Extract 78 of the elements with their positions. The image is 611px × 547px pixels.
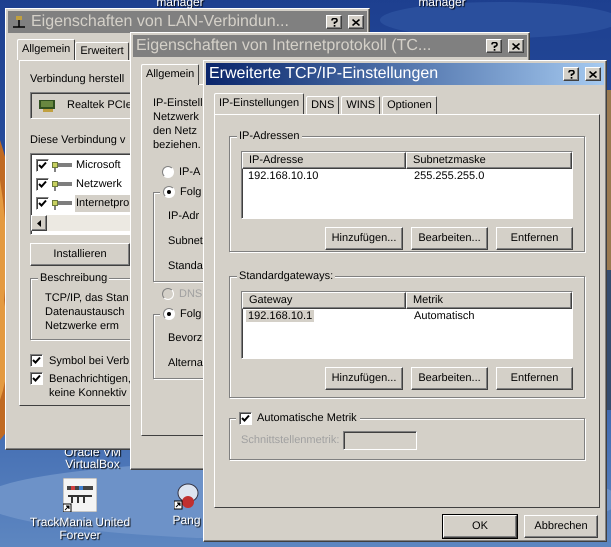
tab[interactable]: Allgemein [17,39,76,60]
window-title: Eigenschaften von LAN-Verbindun... [31,12,290,32]
label: Verbindung herstell [30,72,124,86]
radio-button[interactable] [162,166,174,178]
list-view[interactable]: Gateway Metrik 192.168.10.1 Automatisch [241,291,573,359]
network-icon [52,198,72,210]
dialog-button[interactable]: OK [443,515,517,538]
field-label: Bevorz [168,331,202,345]
radio-label: IP-A [179,164,200,180]
tab[interactable]: IP-Einstellungen [214,93,304,114]
dialog-button[interactable]: Entfernen [496,367,573,390]
dialog-button[interactable]: Abbrechen [524,515,598,538]
close-button[interactable] [508,39,524,53]
checkbox[interactable] [30,354,43,367]
checkbox[interactable] [239,412,252,424]
field-label: Alterna [168,356,203,370]
help-button[interactable] [326,15,342,29]
checkbox-label: Automatische Metrik [257,411,357,425]
group-label: Standardgateways: [237,269,336,283]
tab[interactable]: WINS [341,96,380,114]
radio-button[interactable] [163,308,175,320]
checkbox[interactable] [30,372,43,385]
help-icon [490,42,498,50]
list-item[interactable]: Netzwerk [75,176,123,193]
close-icon [512,42,520,50]
help-button[interactable] [563,67,579,81]
close-button[interactable] [348,15,364,29]
intro-text: IP-Einstell Netzwerk den Netz beziehen. [153,96,203,152]
network-cable-icon [11,15,27,29]
radio-button[interactable] [163,186,175,198]
column-header[interactable]: Metrik [406,292,572,309]
close-icon [352,18,360,26]
app-icon [63,478,97,512]
tab[interactable]: Allgemein [141,64,200,85]
list-view[interactable]: IP-Adresse Subnetzmaske 192.168.10.10 255.255.255.0 [241,151,573,219]
column-header[interactable]: Subnetzmaske [406,152,572,169]
list-item[interactable]: Microsoft [75,157,122,174]
close-button[interactable] [585,67,601,81]
table-cell[interactable]: 255.255.255.0 [412,170,486,182]
desktop-icon-label[interactable]: TrackMania United Forever [30,516,130,542]
group-label: Beschreibung [38,271,110,285]
field-label: Subnet [168,234,203,248]
dialog-button[interactable]: Hinzufügen... [325,367,403,390]
window-title: Erweiterte TCP/IP-Einstellungen [209,64,440,84]
help-icon [568,70,574,78]
table-cell[interactable]: 192.168.10.10 [246,170,320,182]
checkbox[interactable] [36,159,49,172]
checkbox[interactable] [36,197,49,210]
tab[interactable]: Optionen [382,96,437,114]
column-header[interactable]: Gateway [242,292,406,309]
list-item[interactable]: Internetpro [75,195,130,212]
checkbox[interactable] [36,178,49,191]
dialog-button[interactable]: Bearbeiten... [411,367,488,390]
table-cell[interactable]: Automatisch [412,310,477,322]
network-icon [52,160,72,172]
label: Diese Verbindung v [30,133,126,147]
dialog-button[interactable]: Installieren [30,243,130,266]
close-icon [589,70,597,78]
radio-label: Folg [180,185,202,199]
network-icon [52,178,72,190]
table-cell[interactable]: 192.168.10.1 [246,310,314,322]
field-label: Standa [168,259,203,273]
left-arrow-icon [37,220,41,226]
window-title: Eigenschaften von Internetprotokoll (TC... [136,36,432,56]
tab[interactable]: Erweitert [75,42,129,60]
tab[interactable]: DNS [306,96,340,114]
field-label: IP-Adr [168,209,200,223]
dialog-button[interactable]: Bearbeiten... [411,227,488,250]
help-button[interactable] [486,39,502,53]
network-card-icon [39,99,57,112]
column-header[interactable]: IP-Adresse [242,152,406,169]
radio-label: Folg [180,307,202,321]
help-icon [330,18,338,26]
description-text: TCP/IP, das Stan Datenaustausch Netzwerke erm [45,291,129,333]
dialog-button[interactable]: Entfernen [496,227,573,250]
dialog-button[interactable]: Hinzufügen... [325,227,403,250]
checkbox-label: Benachrichtigen, keine Konnektiv [49,372,131,400]
checkbox-label: Symbol bei Verb [49,354,130,368]
